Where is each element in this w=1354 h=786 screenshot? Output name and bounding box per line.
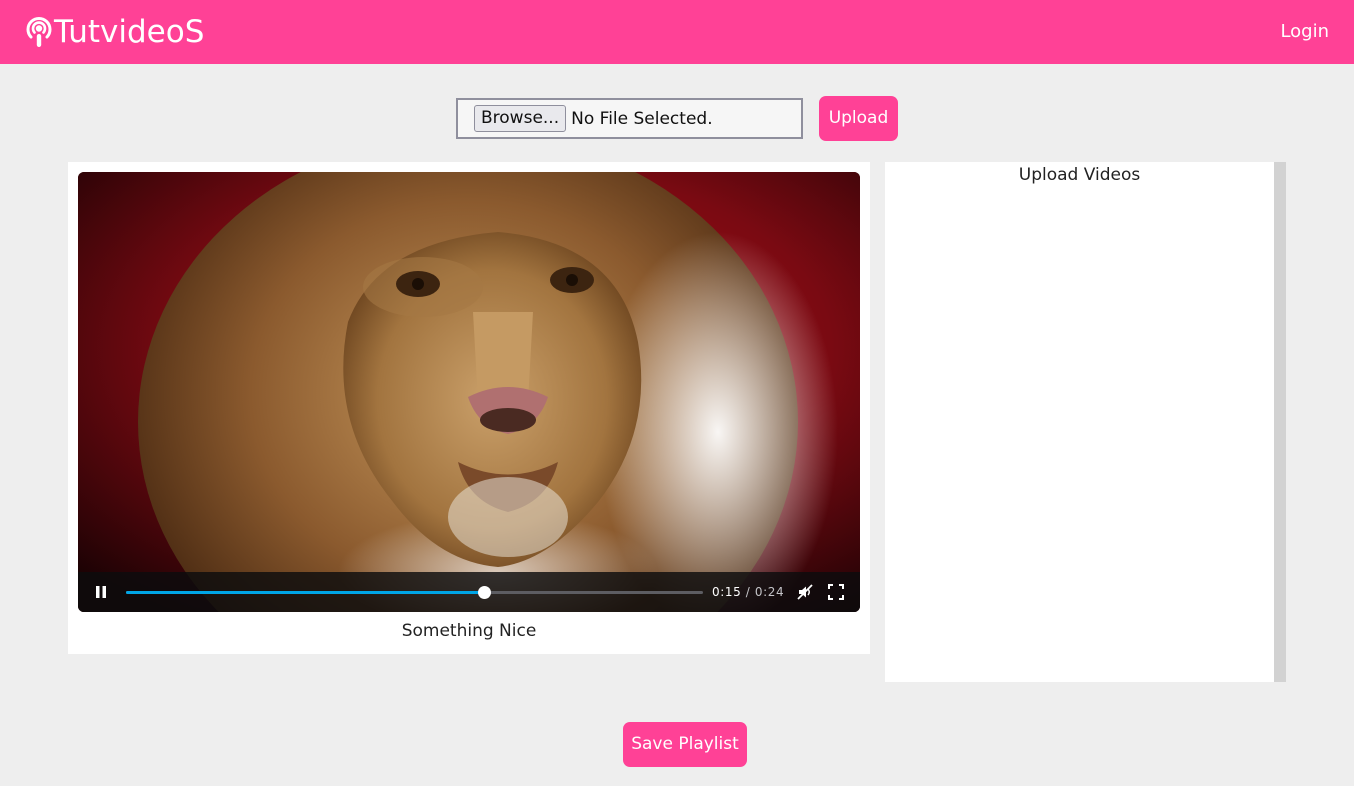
- seek-handle[interactable]: [477, 586, 491, 599]
- login-link[interactable]: Login: [1280, 18, 1329, 46]
- fullscreen-icon[interactable]: [827, 583, 845, 601]
- browse-button[interactable]: Browse...: [474, 105, 567, 132]
- file-input[interactable]: Browse... No File Selected.: [456, 98, 803, 139]
- playlist-title: Upload Videos: [1018, 165, 1141, 185]
- video-player[interactable]: 0:15 / 0:24: [78, 172, 860, 612]
- duration: 0:24: [754, 585, 785, 599]
- pause-icon[interactable]: [92, 584, 110, 600]
- brand-name: TutvideoS: [54, 14, 205, 50]
- time-display: 0:15 / 0:24: [712, 584, 784, 600]
- podcast-icon: [26, 17, 52, 47]
- file-status-text: No File Selected.: [571, 108, 713, 129]
- seek-bar[interactable]: [126, 586, 703, 599]
- time-separator: /: [745, 585, 751, 599]
- brand-logo[interactable]: TutvideoS: [24, 12, 204, 52]
- save-playlist-button[interactable]: Save Playlist: [623, 722, 747, 767]
- video-player-card: 0:15 / 0:24 Something Nice: [68, 162, 870, 654]
- video-frame-lion: [78, 172, 860, 612]
- navbar: TutvideoS Login: [0, 0, 1354, 64]
- video-controls: 0:15 / 0:24: [78, 572, 860, 612]
- video-title: Something Nice: [401, 621, 537, 641]
- playlist-panel: Upload Videos: [885, 162, 1286, 682]
- mute-icon[interactable]: [796, 583, 814, 601]
- current-time: 0:15: [712, 585, 742, 599]
- playlist-scrollbar[interactable]: [1274, 162, 1286, 682]
- seek-progress: [126, 591, 484, 594]
- upload-button[interactable]: Upload: [819, 96, 898, 141]
